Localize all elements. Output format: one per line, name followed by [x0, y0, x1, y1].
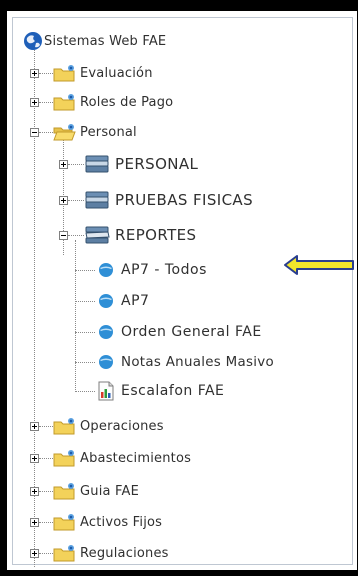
tree-item-label: Notas Anuales Masivo: [121, 354, 275, 370]
chart-document-icon: [98, 381, 114, 401]
folder-user-icon: [53, 483, 75, 500]
tree-line: [75, 332, 95, 333]
tree-line: [39, 132, 53, 133]
tree-line: [75, 301, 95, 302]
tree-line: [39, 522, 53, 523]
tree-item-label: Activos Fijos: [80, 514, 163, 530]
tree-item-label: AP7: [121, 293, 150, 309]
tree-item-regulaciones[interactable]: Regulaciones: [53, 542, 169, 564]
tree-item-personal[interactable]: Personal: [53, 121, 137, 143]
tree-item-guia-fae[interactable]: Guia FAE: [53, 480, 139, 502]
tree-line: [68, 200, 84, 201]
tree-item-ap7-todos[interactable]: AP7 - Todos: [97, 259, 207, 281]
tree-item-operaciones[interactable]: Operaciones: [53, 415, 164, 437]
tree-item-label: Abastecimientos: [80, 450, 192, 466]
tree-item-orden-general-fae[interactable]: Orden General FAE: [97, 321, 262, 343]
book-stack-open-icon: [85, 226, 110, 244]
tree-item-pruebas-fisicas[interactable]: PRUEBAS FISICAS: [84, 188, 253, 212]
left-arrow-icon: [284, 255, 354, 275]
tree-item-ap7[interactable]: AP7: [97, 290, 149, 312]
tree-item-label: Roles de Pago: [80, 94, 174, 110]
tree-item-evaluacion[interactable]: Evaluación: [53, 62, 153, 84]
blue-dot-icon: [99, 294, 113, 308]
tree-item-notas-anuales-masivo[interactable]: Notas Anuales Masivo: [97, 351, 274, 373]
tree-line: [39, 73, 53, 74]
tree-root-label: Sistemas Web FAE: [44, 33, 167, 49]
tree-item-label: Escalafon FAE: [121, 383, 225, 399]
folder-user-icon: [53, 65, 75, 82]
tree-item-label: PRUEBAS FISICAS: [115, 191, 254, 209]
folder-user-icon: [53, 94, 75, 111]
tree-line: [39, 102, 53, 103]
expand-toggle-evaluacion[interactable]: [30, 69, 39, 78]
expand-toggle-regulaciones[interactable]: [30, 549, 39, 558]
expand-toggle-activos-fijos[interactable]: [30, 518, 39, 527]
tree-item-label: Evaluación: [80, 65, 153, 81]
tree-item-activos-fijos[interactable]: Activos Fijos: [53, 511, 162, 533]
tree-line: [75, 362, 95, 363]
tree-panel: Sistemas Web FAE Evaluación Roles de Pag…: [12, 17, 353, 567]
blue-dot-icon: [99, 325, 113, 339]
tree-line: [39, 491, 53, 492]
book-stack-icon: [85, 191, 109, 209]
tree-item-label: Regulaciones: [80, 545, 169, 561]
tree-item-abastecimientos[interactable]: Abastecimientos: [53, 447, 191, 469]
tree-line: [75, 270, 95, 271]
tree-line: [39, 553, 53, 554]
expand-toggle-pruebas-fisicas[interactable]: [59, 196, 68, 205]
tree-item-personal-section[interactable]: PERSONAL: [84, 152, 198, 176]
folder-user-icon: [53, 450, 75, 467]
tree-item-label: Orden General FAE: [121, 324, 262, 340]
globe-icon: [24, 32, 42, 50]
folder-user-icon: [53, 418, 75, 435]
expand-toggle-abastecimientos[interactable]: [30, 454, 39, 463]
collapse-toggle-personal[interactable]: [30, 128, 39, 137]
tree-item-label: PERSONAL: [115, 155, 199, 173]
tree-line: [39, 458, 53, 459]
tree-item-label: AP7 - Todos: [121, 262, 207, 278]
folder-user-icon: [53, 514, 75, 531]
expand-toggle-guia-fae[interactable]: [30, 487, 39, 496]
tree-item-roles-de-pago[interactable]: Roles de Pago: [53, 91, 173, 113]
tree-line: [68, 235, 84, 236]
blue-dot-icon: [99, 263, 113, 277]
folder-user-icon: [53, 545, 75, 562]
expand-toggle-operaciones[interactable]: [30, 422, 39, 431]
expand-toggle-personal-upper[interactable]: [59, 160, 68, 169]
tree-item-label: Operaciones: [80, 418, 164, 434]
tree-item-label: Guia FAE: [80, 483, 140, 499]
collapse-toggle-reportes[interactable]: [59, 231, 68, 240]
tree-line: [75, 391, 95, 392]
tree-item-escalafon-fae[interactable]: Escalafon FAE: [97, 380, 224, 402]
blue-dot-icon: [99, 355, 113, 369]
tree-line: [39, 426, 53, 427]
tree-item-label: Personal: [80, 124, 137, 140]
tree-root[interactable]: Sistemas Web FAE: [23, 30, 166, 52]
tree-line: [68, 164, 84, 165]
tree-line: [75, 240, 76, 390]
tree-item-reportes[interactable]: REPORTES: [84, 223, 196, 247]
folder-open-user-icon: [53, 124, 76, 141]
tree-item-label: REPORTES: [115, 226, 197, 244]
expand-toggle-roles-de-pago[interactable]: [30, 98, 39, 107]
book-stack-icon: [85, 155, 109, 173]
